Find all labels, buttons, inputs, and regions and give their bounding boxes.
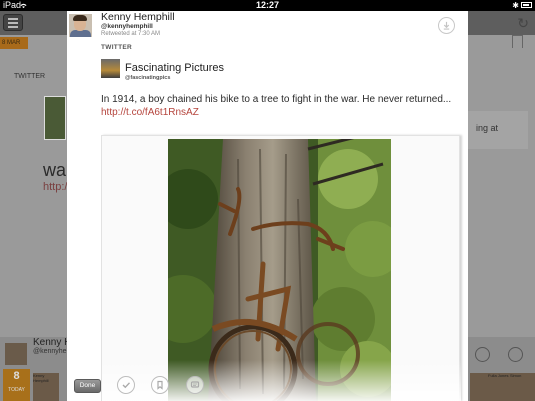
background-person-name: Kenny Hemphill — [33, 373, 49, 383]
menu-icon — [3, 14, 23, 31]
background-bookmark-icon — [512, 35, 523, 48]
retweet-timestamp: Retweeted at 7:30 AM — [101, 31, 161, 37]
source-label: TWITTER — [101, 44, 132, 51]
background-person-name: Simon — [510, 373, 522, 378]
tweet-link[interactable]: http://t.co/fA6t1RnsAZ — [101, 107, 199, 118]
today-label: TODAY — [8, 387, 25, 393]
background-comment-icon — [475, 347, 490, 362]
bookmark-icon[interactable] — [151, 376, 169, 394]
author-avatar[interactable] — [69, 14, 92, 37]
background-right-text: ing at — [468, 111, 528, 149]
retweet-action-icon[interactable] — [438, 17, 455, 34]
comment-icon[interactable] — [186, 376, 204, 394]
background-person: Kenny Hemphill — [33, 373, 59, 401]
background-check-icon — [508, 347, 523, 362]
checkmark-icon[interactable] — [117, 376, 135, 394]
bottom-toolbar: Done — [67, 371, 468, 401]
today-number: 8 — [13, 370, 20, 382]
original-author-handle: @fascinatingpics — [125, 75, 171, 81]
tweet-text: In 1914, a boy chained his bike to a tre… — [101, 94, 452, 105]
refresh-icon: ↻ — [517, 15, 529, 31]
today-badge: 8 TODAY — [3, 369, 30, 401]
status-time: 12:27 — [255, 0, 280, 10]
done-button[interactable]: Done — [74, 379, 101, 393]
original-author-name[interactable]: Fascinating Pictures — [125, 62, 224, 74]
battery-icon — [521, 2, 532, 8]
photo-frame — [101, 135, 461, 401]
author-name[interactable]: Kenny Hemphill — [101, 11, 175, 23]
background-person-name: Fulla Jones — [488, 373, 509, 378]
status-bar: iPad 12:27 ✱ — [0, 0, 535, 11]
original-author-avatar[interactable] — [101, 59, 120, 78]
background-author-name: Kenny H — [33, 337, 72, 348]
background-avatar — [5, 343, 27, 365]
bluetooth-icon: ✱ — [512, 1, 519, 10]
background-thumbnail — [44, 96, 66, 140]
background-source-label: TWITTER — [14, 73, 46, 80]
background-date-badge: 8 MAR — [0, 37, 28, 49]
author-handle: @kennyhemphill — [101, 23, 153, 30]
background-person: Simon — [510, 373, 535, 401]
tweet-detail-card: Kenny Hemphill @kennyhemphill Retweeted … — [67, 11, 468, 401]
